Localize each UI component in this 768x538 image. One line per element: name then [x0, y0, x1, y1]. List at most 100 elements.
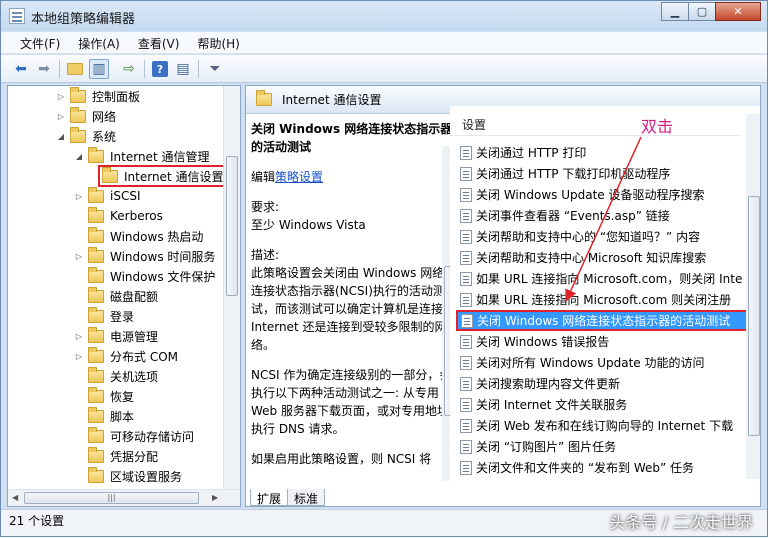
setting-row[interactable]: 关闭通过 HTTP 下载打印机驱动程序	[460, 163, 745, 184]
tree-item-label: Internet 通信管理	[110, 149, 210, 164]
properties-icon[interactable]: ▤	[173, 59, 193, 79]
filter-icon[interactable]: ⏷	[205, 59, 225, 79]
policy-setting-icon	[460, 208, 472, 223]
tree-item-windows-hotstart[interactable]: Windows 热启动	[74, 226, 203, 246]
maximize-button[interactable]: ▢	[688, 2, 716, 21]
tree-item-system[interactable]: ◢ 系统	[56, 126, 116, 146]
tree-item-control-panel[interactable]: ▷ 控制面板	[56, 86, 140, 106]
column-header-setting[interactable]: 设置	[450, 114, 740, 136]
tree-item-distributed-com[interactable]: ▷ 分布式 COM	[74, 346, 178, 366]
setting-row[interactable]: 关闭对所有 Windows Update 功能的访问	[460, 352, 745, 373]
expand-arrow-icon[interactable]: ▷	[56, 112, 66, 121]
close-button[interactable]: ✕	[715, 2, 761, 21]
up-folder-icon[interactable]	[65, 59, 85, 79]
setting-row[interactable]: 关闭 Windows Update 设备驱动程序搜索	[460, 184, 745, 205]
edit-policy-link[interactable]: 策略设置	[275, 170, 323, 184]
setting-row[interactable]: 关闭 Web 发布和在线订购向导的 Internet 下载	[460, 415, 745, 436]
menu-file[interactable]: 文件(F)	[11, 32, 69, 53]
tree-vertical-scrollbar[interactable]	[223, 86, 240, 489]
setting-row[interactable]: 如果 URL 连接指向 Microsoft.com，则关闭 Inte	[460, 268, 745, 289]
tree-item-shutdown-options[interactable]: 关机选项	[74, 366, 158, 386]
minimize-button[interactable]: ▁	[661, 2, 689, 21]
policy-setting-icon	[460, 292, 472, 307]
policy-title: 关闭 Windows 网络连接状态指示器的活动测试	[251, 122, 453, 154]
setting-label: 关闭帮助和支持中心的 “您知道吗？” 内容	[476, 230, 701, 244]
tab-extended[interactable]: 扩展	[250, 489, 289, 506]
scroll-left-icon[interactable]: ◀	[12, 493, 18, 502]
tree-item-label: 控制面板	[92, 89, 141, 104]
scroll-right-icon[interactable]: ▶	[212, 493, 218, 502]
setting-label: 关闭 Windows 错误报告	[476, 335, 610, 349]
tab-standard[interactable]: 标准	[287, 489, 326, 506]
folder-icon	[88, 446, 104, 463]
tree-item-power-mgmt[interactable]: ▷ 电源管理	[74, 326, 158, 346]
setting-row[interactable]: 如果 URL 连接指向 Microsoft.com 则关闭注册	[460, 289, 745, 310]
menu-action[interactable]: 操作(A)	[69, 32, 129, 53]
tree-item-iscsi[interactable]: ▷ iSCSI	[74, 186, 141, 206]
menu-view[interactable]: 查看(V)	[129, 32, 189, 53]
policy-setting-icon	[460, 229, 472, 244]
tree-item-removable-storage[interactable]: 可移动存储访问	[74, 426, 194, 446]
expand-arrow-icon[interactable]: ▷	[74, 192, 84, 201]
setting-row[interactable]: 关闭搜索助理内容文件更新	[460, 373, 745, 394]
tree-item-internet-comm-settings[interactable]: Internet 通信设置	[98, 165, 228, 187]
folder-icon	[88, 406, 104, 423]
export-list-icon[interactable]: ⇨	[119, 59, 139, 79]
setting-row[interactable]: 关闭事件查看器 “Events.asp” 链接	[460, 205, 745, 226]
policy-description: 关闭 Windows 网络连接状态指示器的活动测试 编辑策略设置 要求: 至少 W…	[251, 120, 456, 480]
tree-item-label: 恢复	[110, 389, 135, 404]
tree-item-label: 磁盘配额	[110, 289, 159, 304]
description-block: 描述: 此策略设置会关闭由 Windows 网络连接状态指示器(NCSI)执行的活…	[251, 246, 456, 354]
collapse-arrow-icon[interactable]: ◢	[74, 152, 84, 161]
status-text: 21 个设置	[9, 514, 65, 528]
show-hide-tree-icon[interactable]: ▥	[89, 59, 109, 79]
expand-arrow-icon[interactable]: ▷	[74, 352, 84, 361]
setting-row[interactable]: 关闭文件和文件夹的 “发布到 Web” 任务	[460, 457, 745, 478]
setting-row[interactable]: 关闭 Windows 错误报告	[460, 331, 745, 352]
tree-item-windows-time[interactable]: ▷ Windows 时间服务	[74, 246, 215, 266]
tree-item-label: Windows 热启动	[110, 229, 204, 244]
description-text-3: 如果启用此策略设置，则 NCSI 将	[251, 452, 432, 466]
help-icon[interactable]: ?	[150, 59, 170, 79]
toolbar: ⬅ ➡ ▥ ⇨ ? ▤ ⏷	[1, 55, 767, 83]
expand-arrow-icon[interactable]: ▷	[74, 332, 84, 341]
folder-icon	[88, 226, 104, 243]
tree-item-locale-services[interactable]: 区域设置服务	[74, 466, 182, 486]
expand-arrow-icon[interactable]: ▷	[56, 92, 66, 101]
folder-icon	[88, 306, 104, 323]
back-arrow-icon[interactable]: ⬅	[11, 59, 31, 79]
menu-help[interactable]: 帮助(H)	[188, 32, 248, 53]
view-tabs: 扩展 标准	[250, 489, 326, 506]
policy-setting-icon	[460, 145, 472, 160]
tree-item-logon[interactable]: 登录	[74, 306, 134, 326]
tree-item-kerberos[interactable]: Kerberos	[74, 206, 163, 226]
tree-item-credentials-delegation[interactable]: 凭据分配	[74, 446, 158, 466]
tree-item-internet-comm-mgmt[interactable]: ◢ Internet 通信管理	[74, 146, 209, 166]
setting-row[interactable]: 关闭通过 HTTP 打印	[460, 142, 745, 163]
setting-row[interactable]: 关闭 Internet 文件关联服务	[460, 394, 745, 415]
list-vertical-scrollbar[interactable]	[746, 114, 760, 479]
setting-label: 关闭 Web 发布和在线订购向导的 Internet 下载	[476, 419, 734, 433]
folder-icon	[70, 126, 86, 143]
policy-setting-icon	[460, 271, 472, 286]
tree-item-disk-quota[interactable]: 磁盘配额	[74, 286, 158, 306]
requirements: 要求: 至少 Windows Vista	[251, 198, 456, 234]
expand-arrow-icon[interactable]: ▷	[74, 252, 84, 261]
folder-icon	[102, 166, 118, 183]
scroll-thumb[interactable]	[226, 156, 238, 296]
scroll-thumb[interactable]: |||	[24, 492, 199, 504]
forward-arrow-icon[interactable]: ➡	[34, 59, 54, 79]
setting-row[interactable]: 关闭帮助和支持中心 Microsoft 知识库搜索	[460, 247, 745, 268]
setting-label: 如果 URL 连接指向 Microsoft.com 则关闭注册	[476, 293, 732, 307]
toolbar-separator	[59, 60, 60, 78]
setting-row[interactable]: 关闭帮助和支持中心的 “您知道吗？” 内容	[460, 226, 745, 247]
setting-row[interactable]: 关闭 “订购图片” 图片任务	[460, 436, 745, 457]
collapse-arrow-icon[interactable]: ◢	[56, 132, 66, 141]
setting-row[interactable]: 关闭 Windows 网络连接状态指示器的活动测试	[456, 310, 748, 331]
scroll-thumb[interactable]	[748, 196, 760, 436]
tree-item-scripts[interactable]: 脚本	[74, 406, 134, 426]
tree-item-network[interactable]: ▷ 网络	[56, 106, 116, 126]
tree-item-recovery[interactable]: 恢复	[74, 386, 134, 406]
tree-item-windows-file-protection[interactable]: Windows 文件保护	[74, 266, 215, 286]
tree-horizontal-scrollbar[interactable]: ◀ ||| ▶	[8, 489, 240, 506]
